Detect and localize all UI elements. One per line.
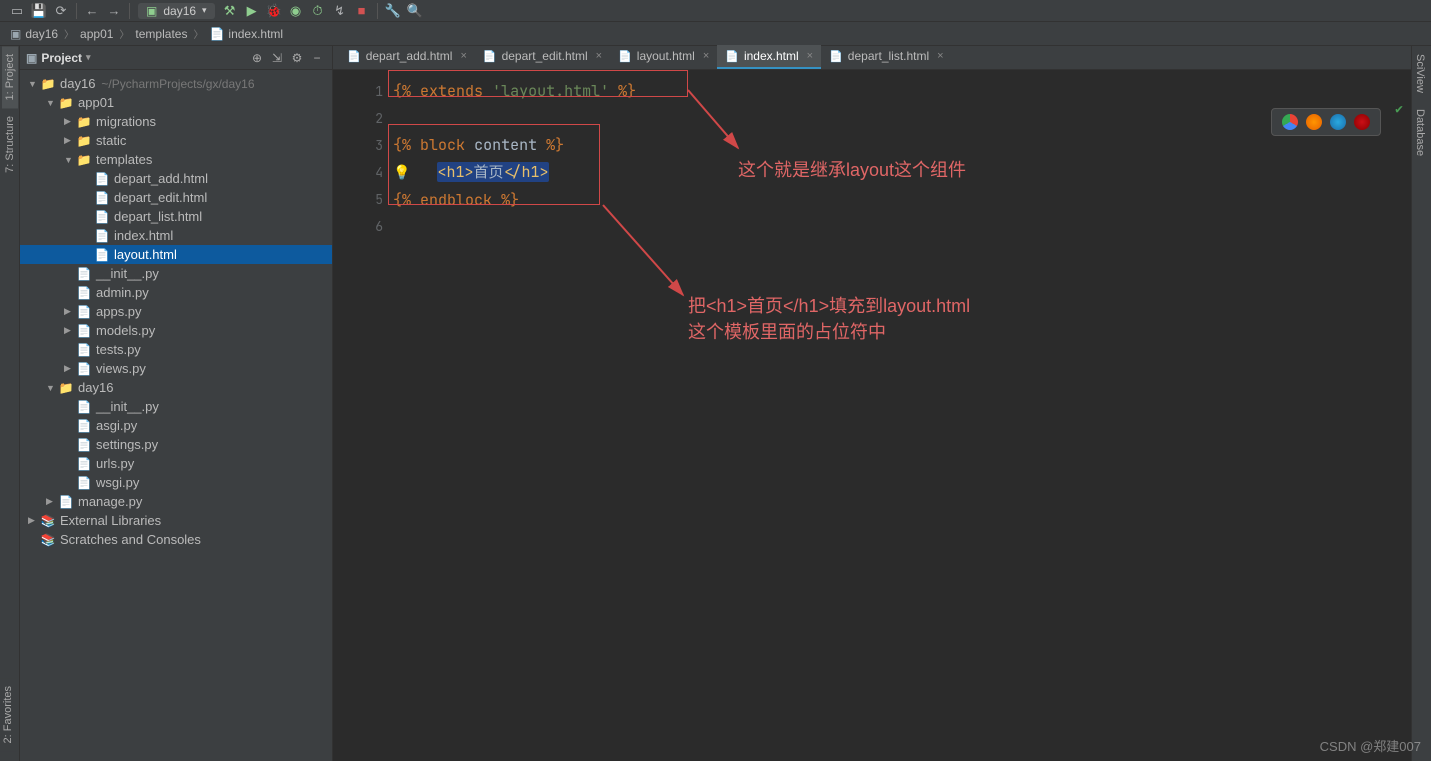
tree-node[interactable]: ▼📁day16 — [20, 378, 332, 397]
safari-icon[interactable] — [1330, 114, 1346, 130]
search-icon[interactable]: 🔍 — [404, 1, 426, 21]
opera-icon[interactable] — [1354, 114, 1370, 130]
annotation-text: 把<h1>首页</h1>填充到layout.html 这个模板里面的占位符中 — [688, 292, 970, 344]
tree-node[interactable]: 📄depart_edit.html — [20, 188, 332, 207]
close-icon[interactable]: × — [807, 50, 813, 62]
annotation-text: 这个就是继承layout这个组件 — [738, 156, 966, 182]
tool-tab-sciview[interactable]: SciView — [1412, 46, 1428, 101]
project-tool-window: ▣ Project ▾ ⊕ ⇲ ⚙ − ▼📁day16~/PycharmProj… — [20, 46, 333, 761]
line-gutter: 1 2 3 4 5 6 — [333, 70, 383, 240]
left-tool-stripe: 1: Project 7: Structure — [0, 46, 20, 761]
html-file-icon: 📄 — [725, 50, 739, 63]
editor-tab[interactable]: 📄layout.html× — [610, 45, 717, 69]
breadcrumb-item[interactable]: templates — [135, 27, 187, 41]
tree-node[interactable]: 📄tests.py — [20, 340, 332, 359]
tree-node[interactable]: 📄__init__.py — [20, 264, 332, 283]
tools-icon[interactable]: 🔧 — [382, 1, 404, 21]
tree-node[interactable]: ▶📚External Libraries — [20, 511, 332, 530]
close-icon[interactable]: × — [937, 50, 943, 62]
tree-node[interactable]: ▼📁app01 — [20, 93, 332, 112]
watermark: CSDN @郑建007 — [1320, 736, 1421, 755]
breadcrumb-item[interactable]: 📄 index.html — [209, 27, 283, 41]
right-tool-stripe: SciView Database — [1411, 46, 1431, 761]
tree-node[interactable]: 📄index.html — [20, 226, 332, 245]
tree-node[interactable]: 📄asgi.py — [20, 416, 332, 435]
no-problems-icon: ✔ — [1395, 100, 1403, 117]
editor-tab[interactable]: 📄depart_list.html× — [821, 45, 952, 69]
close-icon[interactable]: × — [703, 50, 709, 62]
close-icon[interactable]: × — [596, 50, 602, 62]
tree-node[interactable]: 📄settings.py — [20, 435, 332, 454]
tree-node[interactable]: ▶📁migrations — [20, 112, 332, 131]
tree-node[interactable]: 📄depart_list.html — [20, 207, 332, 226]
tree-node[interactable]: 📄wsgi.py — [20, 473, 332, 492]
main-toolbar: ▭ 💾 ⟳ ← → ▣ day16 ▾ ⚒ ▶ 🐞 ◉ ⏱ ↯ ■ 🔧 🔍 — [0, 0, 1431, 22]
editor-tabs: 📄depart_add.html×📄depart_edit.html×📄layo… — [333, 46, 1411, 70]
intention-bulb-icon[interactable]: 💡 — [393, 164, 410, 182]
close-icon[interactable]: × — [460, 50, 466, 62]
tree-node[interactable]: 📚Scratches and Consoles — [20, 530, 332, 549]
save-icon[interactable]: 💾 — [28, 1, 50, 21]
stop-icon[interactable]: ■ — [351, 1, 373, 21]
tree-node[interactable]: 📄layout.html — [20, 245, 332, 264]
tree-node[interactable]: 📄admin.py — [20, 283, 332, 302]
tree-node[interactable]: ▼📁day16~/PycharmProjects/gx/day16 — [20, 74, 332, 93]
breadcrumb-item[interactable]: app01 — [80, 27, 113, 41]
locate-icon[interactable]: ⊕ — [248, 51, 266, 65]
editor-tab[interactable]: 📄depart_add.html× — [339, 45, 475, 69]
tool-tab-favorites[interactable]: 2: Favorites — [0, 678, 16, 751]
breadcrumb-item[interactable]: ▣ day16 — [10, 27, 58, 41]
run-icon[interactable]: ▶ — [241, 1, 263, 21]
forward-icon[interactable]: → — [103, 1, 125, 21]
html-file-icon: 📄 — [618, 50, 632, 63]
attach-icon[interactable]: ↯ — [329, 1, 351, 21]
editor-tab[interactable]: 📄index.html× — [717, 45, 821, 69]
back-icon[interactable]: ← — [81, 1, 103, 21]
tree-node[interactable]: ▼📁templates — [20, 150, 332, 169]
expand-icon[interactable]: ⇲ — [268, 51, 286, 65]
editor-tab[interactable]: 📄depart_edit.html× — [475, 45, 610, 69]
hide-icon[interactable]: − — [308, 51, 326, 65]
settings-icon[interactable]: ⚙ — [288, 51, 306, 65]
tree-node[interactable]: ▶📄models.py — [20, 321, 332, 340]
tree-node[interactable]: 📄__init__.py — [20, 397, 332, 416]
browser-preview-bar — [1271, 108, 1381, 136]
project-title: Project — [41, 51, 82, 65]
tool-tab-database[interactable]: Database — [1412, 101, 1428, 164]
sync-icon[interactable]: ⟳ — [50, 1, 72, 21]
firefox-icon[interactable] — [1306, 114, 1322, 130]
tree-node[interactable]: ▶📁static — [20, 131, 332, 150]
tree-node[interactable]: 📄urls.py — [20, 454, 332, 473]
open-icon[interactable]: ▭ — [6, 1, 28, 21]
run-config-selector[interactable]: ▣ day16 ▾ — [138, 3, 215, 19]
coverage-icon[interactable]: ◉ — [285, 1, 307, 21]
tree-node[interactable]: ▶📄manage.py — [20, 492, 332, 511]
chrome-icon[interactable] — [1282, 114, 1298, 130]
tool-tab-project[interactable]: 1: Project — [2, 46, 18, 108]
tool-tab-structure[interactable]: 7: Structure — [2, 108, 18, 181]
html-file-icon: 📄 — [347, 50, 361, 63]
html-file-icon: 📄 — [829, 50, 843, 63]
hammer-icon[interactable]: ⚒ — [219, 1, 241, 21]
html-file-icon: 📄 — [483, 50, 497, 63]
tree-node[interactable]: ▶📄views.py — [20, 359, 332, 378]
tree-node[interactable]: ▶📄apps.py — [20, 302, 332, 321]
tree-node[interactable]: 📄depart_add.html — [20, 169, 332, 188]
breadcrumb: ▣ day16 〉 app01 〉 templates 〉 📄 index.ht… — [0, 22, 1431, 46]
debug-icon[interactable]: 🐞 — [263, 1, 285, 21]
profile-icon[interactable]: ⏱ — [307, 1, 329, 21]
